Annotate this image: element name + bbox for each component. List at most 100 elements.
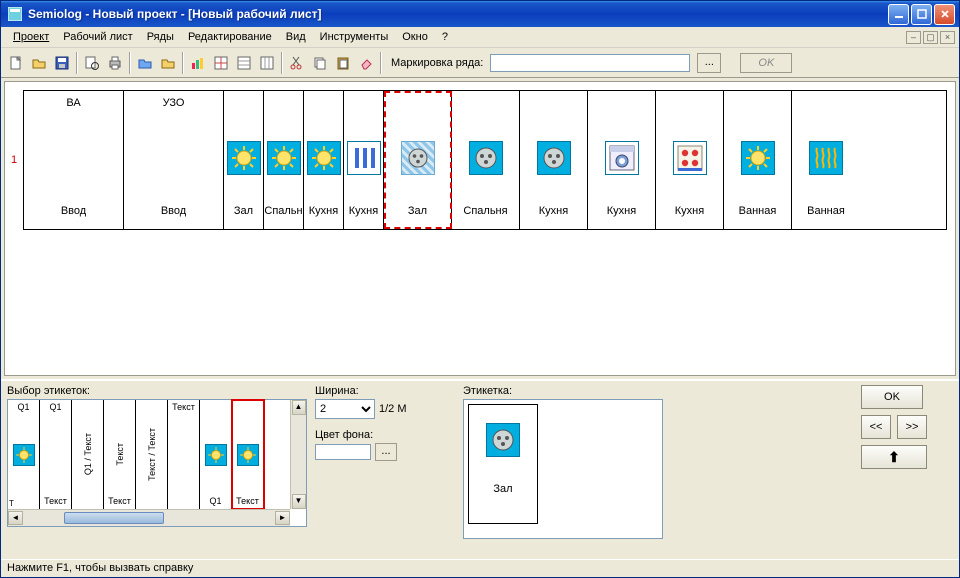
row-cell[interactable]: Зал xyxy=(224,91,264,229)
cut-icon[interactable] xyxy=(286,52,308,74)
picker-cell[interactable]: ТекстТекст xyxy=(104,400,136,509)
heater-icon xyxy=(809,141,843,175)
row-marking-ok-button[interactable]: OK xyxy=(740,53,792,73)
label-picker-section: Выбор этикеток: TQ1Q1ТекстQ1 / ТекстТекс… xyxy=(7,385,307,555)
menu-rows[interactable]: Ряды xyxy=(141,29,180,45)
next-button[interactable]: >> xyxy=(897,415,927,439)
row-cell[interactable]: УЗОВвод xyxy=(124,91,224,229)
width-label: Ширина: xyxy=(315,385,455,397)
grid3-icon[interactable] xyxy=(256,52,278,74)
lamp-icon xyxy=(205,444,227,466)
preview-label: Этикетка: xyxy=(463,385,673,397)
cell-bottom-text: Кухня xyxy=(607,205,636,219)
lamp-icon xyxy=(237,444,259,466)
menu-tools[interactable]: Инструменты xyxy=(314,29,395,45)
menu-help[interactable]: ? xyxy=(436,29,454,45)
statusbar: Нажмите F1, чтобы вызвать справку xyxy=(1,559,959,577)
row-marking-input[interactable] xyxy=(490,54,690,72)
vertical-scrollbar[interactable]: ▲ ▼ xyxy=(290,400,306,509)
socket-icon xyxy=(486,423,520,457)
open-icon[interactable] xyxy=(28,52,50,74)
preview-card: Зал xyxy=(468,404,538,524)
cell-bottom-text: Зал xyxy=(234,205,253,219)
lamp-icon xyxy=(227,141,261,175)
cell-bottom-text: Кухня xyxy=(309,205,338,219)
bgcolor-ellipsis-button[interactable]: ... xyxy=(375,443,397,461)
picker-cell[interactable]: Текст xyxy=(232,400,264,509)
mdi-restore-button[interactable]: ▢ xyxy=(923,31,938,44)
scroll-thumb[interactable] xyxy=(64,512,164,524)
mdi-close-button[interactable]: × xyxy=(940,31,955,44)
close-button[interactable] xyxy=(934,4,955,25)
row-cell[interactable]: Кухня xyxy=(656,91,724,229)
label-picker-title: Выбор этикеток: xyxy=(7,385,307,397)
grid1-icon[interactable] xyxy=(210,52,232,74)
mdi-minimize-button[interactable]: – xyxy=(906,31,921,44)
menu-project[interactable]: Проект xyxy=(7,29,55,45)
row-marking-label: Маркировка ряда: xyxy=(391,57,483,69)
bars-icon xyxy=(347,141,381,175)
menubar: Проект Рабочий лист Ряды Редактирование … xyxy=(1,27,904,47)
picker-cell[interactable]: Q1 / Текст xyxy=(72,400,104,509)
minimize-button[interactable] xyxy=(888,4,909,25)
status-text: Нажмите F1, чтобы вызвать справку xyxy=(7,562,193,574)
lamp-icon xyxy=(13,444,35,466)
row-cell[interactable]: Кухня xyxy=(344,91,384,229)
row-cell[interactable]: Зал xyxy=(384,91,452,229)
folder-blue-icon[interactable] xyxy=(134,52,156,74)
new-icon[interactable] xyxy=(5,52,27,74)
lamp-icon xyxy=(307,141,341,175)
bgcolor-input[interactable] xyxy=(315,444,371,460)
titlebar: Semiolog - Новый проект - [Новый рабочий… xyxy=(1,1,959,27)
row-cell[interactable]: Спальн xyxy=(264,91,304,229)
menu-view[interactable]: Вид xyxy=(280,29,312,45)
erase-icon[interactable] xyxy=(355,52,377,74)
picker-cell[interactable]: Q1 xyxy=(200,400,232,509)
preview-box: Зал xyxy=(463,399,663,539)
picker-cell[interactable]: Q1Текст xyxy=(40,400,72,509)
ok-button[interactable]: OK xyxy=(861,385,923,409)
up-button[interactable]: ⬆ xyxy=(861,445,927,469)
cell-top-text: УЗО xyxy=(163,97,185,111)
menu-edit[interactable]: Редактирование xyxy=(182,29,278,45)
socket-icon xyxy=(401,141,435,175)
save-icon[interactable] xyxy=(51,52,73,74)
width-select[interactable]: 2 xyxy=(315,399,375,419)
horizontal-scrollbar[interactable]: ◄ ► xyxy=(8,509,290,526)
paste-icon[interactable] xyxy=(332,52,354,74)
bottom-panel: Выбор этикеток: TQ1Q1ТекстQ1 / ТекстТекс… xyxy=(1,379,959,559)
print-preview-icon[interactable] xyxy=(81,52,103,74)
print-icon[interactable] xyxy=(104,52,126,74)
scroll-down-icon[interactable]: ▼ xyxy=(292,494,306,509)
actions-section: OK << >> ⬆ xyxy=(861,385,953,555)
scroll-right-icon[interactable]: ► xyxy=(275,511,290,525)
picker-cell[interactable]: Текст xyxy=(168,400,200,509)
grid2-icon[interactable] xyxy=(233,52,255,74)
row-marking-ellipsis-button[interactable]: ... xyxy=(697,53,721,73)
picker-cell[interactable]: Текст / Текст xyxy=(136,400,168,509)
app-icon xyxy=(7,6,23,22)
lamp-icon xyxy=(741,141,775,175)
menu-worksheet[interactable]: Рабочий лист xyxy=(57,29,138,45)
picker-cell[interactable]: TQ1 xyxy=(8,400,40,509)
prev-button[interactable]: << xyxy=(861,415,891,439)
maximize-button[interactable] xyxy=(911,4,932,25)
scroll-left-icon[interactable]: ◄ xyxy=(8,511,23,525)
row-cell[interactable]: Ванная xyxy=(724,91,792,229)
chart-icon[interactable] xyxy=(187,52,209,74)
row-cell[interactable]: Кухня xyxy=(304,91,344,229)
workspace: 1 ВАВводУЗОВводЗалСпальнКухняКухняЗалСпа… xyxy=(4,81,956,376)
folder-yellow-icon[interactable] xyxy=(157,52,179,74)
menu-window[interactable]: Окно xyxy=(396,29,434,45)
copy-icon[interactable] xyxy=(309,52,331,74)
row-cell[interactable]: Кухня xyxy=(520,91,588,229)
cell-bottom-text: Ввод xyxy=(61,205,86,219)
row-number: 1 xyxy=(11,154,17,166)
app-window: Semiolog - Новый проект - [Новый рабочий… xyxy=(0,0,960,578)
row-cell[interactable]: Спальня xyxy=(452,91,520,229)
row-cell[interactable]: ВАВвод xyxy=(24,91,124,229)
row-cell[interactable]: Кухня xyxy=(588,91,656,229)
arrow-up-icon: ⬆ xyxy=(888,449,900,465)
scroll-up-icon[interactable]: ▲ xyxy=(292,400,306,415)
row-cell[interactable]: Ванная xyxy=(792,91,860,229)
